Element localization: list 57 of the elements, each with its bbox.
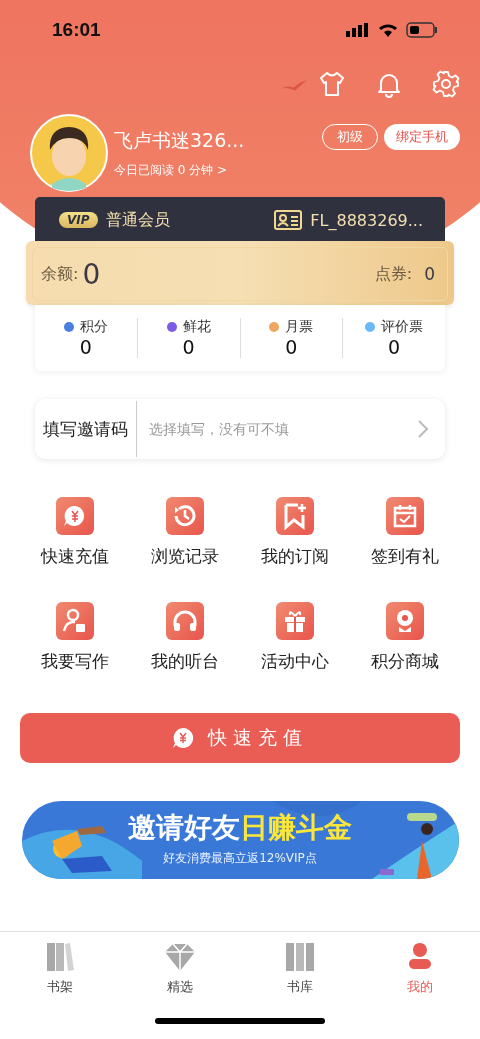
shirt-icon[interactable] (318, 70, 346, 98)
stat-label: 月票 (285, 318, 314, 336)
feature-label: 浏览记录 (151, 545, 219, 568)
invite-banner[interactable]: 邀请好友日赚斗金 好友消费最高立返12%VIP点 (21, 801, 459, 879)
tab-item[interactable]: 书库 (240, 932, 360, 1002)
battery-icon (406, 22, 438, 38)
reading-time-link[interactable]: 今日已阅读 0 分钟 > (114, 161, 316, 179)
membership-level: 普通会员 (105, 209, 170, 231)
coupon-value: 0 (424, 264, 435, 284)
banner-highlight: 日赚斗金 (240, 810, 352, 846)
stat-value: 0 (285, 336, 298, 358)
feature-label: 我要写作 (41, 650, 109, 673)
recharge-button[interactable]: 快速充值 (20, 713, 460, 763)
yen-bubble-icon[interactable] (56, 497, 94, 535)
banner-title: 邀请好友 (128, 810, 240, 846)
banner-subtitle: 好友消费最高立返12%VIP点 (163, 850, 317, 867)
stat-label: 积分 (79, 318, 108, 336)
history-icon[interactable] (166, 497, 204, 535)
stat-label: 评价票 (381, 318, 424, 336)
bookshelf-icon (283, 942, 317, 972)
stat-label: 鲜花 (182, 318, 211, 336)
feature-label: 活动中心 (261, 650, 329, 673)
vip-badge: VIP (59, 212, 98, 228)
stat-value: 0 (79, 336, 92, 358)
settings-icon[interactable] (432, 70, 460, 98)
feature-label: 我的听台 (151, 650, 219, 673)
balance-value: 0 (82, 257, 101, 291)
id-card-icon (274, 210, 303, 230)
invite-code-label: 填写邀请码 (43, 401, 137, 457)
coupon-label: 点券: (374, 263, 413, 285)
gift-icon[interactable] (276, 602, 314, 640)
person-pen-icon[interactable] (56, 602, 94, 640)
feature-label: 快速充值 (41, 545, 109, 568)
tab-item[interactable]: 书架 (0, 932, 120, 1002)
tab-item[interactable]: 我的 (360, 932, 480, 1002)
wifi-icon (378, 23, 398, 37)
user-id: FL_8883269... (310, 210, 423, 230)
yen-bubble-icon (172, 727, 194, 749)
status-time: 16:01 (52, 19, 101, 41)
bind-phone-button[interactable]: 绑定手机 (384, 124, 460, 150)
chevron-right-icon (417, 419, 429, 439)
bookmark-plus-icon[interactable] (276, 497, 314, 535)
balance-label: 余额: (41, 263, 79, 285)
feature-label: 我的订阅 (261, 545, 329, 568)
feature-label: 签到有礼 (371, 545, 439, 568)
stat-value: 0 (182, 336, 195, 358)
invite-code-input[interactable]: 选择填写，没有可不填 (147, 420, 417, 438)
tab-item[interactable]: 精选 (120, 932, 240, 1002)
headphones-icon[interactable] (166, 602, 204, 640)
diamond-icon (163, 942, 197, 972)
calendar-check-icon[interactable] (386, 497, 424, 535)
username: 飞卢书迷326... (114, 127, 246, 153)
medal-icon[interactable] (386, 602, 424, 640)
signal-icon (346, 23, 370, 37)
avatar-icon[interactable] (30, 114, 108, 192)
stat-value: 0 (388, 336, 401, 358)
feature-label: 积分商城 (371, 650, 439, 673)
